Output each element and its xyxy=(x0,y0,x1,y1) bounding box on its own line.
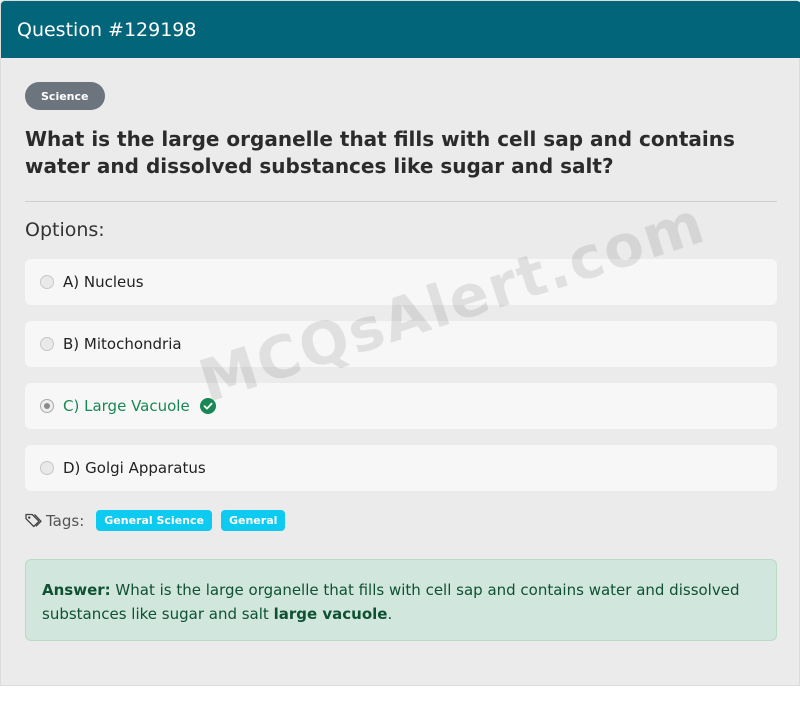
option-c[interactable]: C) Large Vacuole xyxy=(25,383,777,429)
question-title: Question #129198 xyxy=(17,18,197,41)
option-d-label: D) Golgi Apparatus xyxy=(63,459,206,477)
option-d-radio[interactable] xyxy=(40,461,54,475)
check-circle-icon xyxy=(199,398,216,414)
option-a-label: A) Nucleus xyxy=(63,273,144,291)
tag-general[interactable]: General xyxy=(220,510,286,531)
answer-box: Answer: What is the large organelle that… xyxy=(25,559,777,641)
divider xyxy=(25,201,777,202)
option-d[interactable]: D) Golgi Apparatus xyxy=(25,445,777,491)
answer-prefix: Answer: xyxy=(42,581,111,599)
option-c-radio[interactable] xyxy=(40,399,54,413)
option-c-label: C) Large Vacuole xyxy=(63,397,190,415)
option-a-radio[interactable] xyxy=(40,275,54,289)
options-heading: Options: xyxy=(25,219,105,241)
question-text: What is the large organelle that fills w… xyxy=(25,127,735,178)
card-header: Question #129198 xyxy=(1,1,800,58)
tag-icon xyxy=(25,513,42,528)
answer-suffix: . xyxy=(387,605,393,623)
option-b-radio[interactable] xyxy=(40,337,54,351)
option-a[interactable]: A) Nucleus xyxy=(25,259,777,305)
category-badge[interactable]: Science xyxy=(25,82,105,110)
answer-highlight: large vacuole xyxy=(273,605,388,623)
question-card: Question #129198 Science What is the lar… xyxy=(0,0,800,686)
option-b-label: B) Mitochondria xyxy=(63,335,182,353)
tags-row: Tags: General Science General xyxy=(25,510,294,531)
tags-label: Tags: xyxy=(46,511,85,530)
option-b[interactable]: B) Mitochondria xyxy=(25,321,777,367)
tag-general-science[interactable]: General Science xyxy=(96,510,212,531)
